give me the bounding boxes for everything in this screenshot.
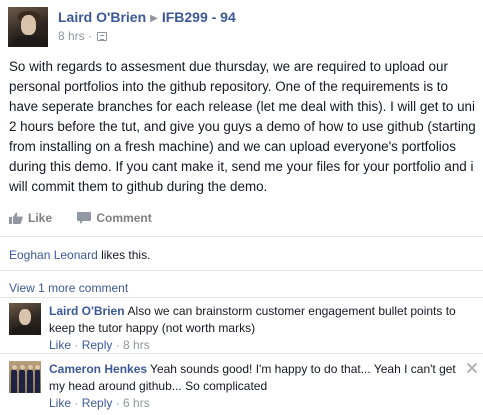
like-label: Like xyxy=(28,211,53,225)
post-meta: 8 hrs · xyxy=(58,29,108,43)
divider xyxy=(0,270,483,271)
thumbs-up-icon xyxy=(9,212,23,224)
comment: Cameron Henkes Yeah sounds good! I'm happ… xyxy=(9,361,483,415)
like-button[interactable]: Like xyxy=(9,211,52,225)
divider xyxy=(0,297,483,298)
divider xyxy=(0,353,483,354)
comment-meta: Like · Reply · 8 hrs xyxy=(49,338,150,352)
close-icon[interactable] xyxy=(467,363,477,373)
comment-reply-link[interactable]: Reply xyxy=(82,396,113,410)
comment-label: Comment xyxy=(96,211,152,225)
liker-link[interactable]: Eoghan Leonard xyxy=(9,248,98,262)
comment-like-link[interactable]: Like xyxy=(49,396,71,410)
commenter-avatar[interactable] xyxy=(9,303,41,335)
comment-button[interactable]: Comment xyxy=(77,211,152,225)
comment: Laird O'Brien Also we can brainstorm cust… xyxy=(9,303,483,353)
comment-body: Cameron Henkes Yeah sounds good! I'm happ… xyxy=(49,361,464,395)
comment-like-link[interactable]: Like xyxy=(49,338,71,352)
triangle-right-icon: ▶ xyxy=(150,13,158,24)
comment-body: Laird O'Brien Also we can brainstorm cust… xyxy=(49,303,479,337)
comment-author-link[interactable]: Cameron Henkes xyxy=(49,362,147,376)
comment-meta: Like · Reply · 6 hrs xyxy=(49,396,150,410)
post-body: So with regards to assesment due thursda… xyxy=(9,59,476,194)
group-link[interactable]: IFB299 - 94 xyxy=(162,9,236,25)
post-timestamp[interactable]: 8 hrs xyxy=(58,29,85,43)
author-line: Laird O'Brien ▶ IFB299 - 94 xyxy=(58,9,236,25)
comment-timestamp[interactable]: 6 hrs xyxy=(123,396,150,410)
likes-summary: Eoghan Leonard likes this. xyxy=(9,248,150,262)
comment-author-link[interactable]: Laird O'Brien xyxy=(49,304,125,318)
group-privacy-icon xyxy=(97,32,108,41)
post-actions: Like Comment xyxy=(9,211,174,229)
commenter-avatar[interactable] xyxy=(9,361,41,393)
view-more-comments-link[interactable]: View 1 more comment xyxy=(9,281,128,295)
post-author-link[interactable]: Laird O'Brien xyxy=(58,9,146,25)
author-avatar[interactable] xyxy=(8,7,48,47)
likes-suffix: likes this. xyxy=(97,248,151,262)
post-header: Laird O'Brien ▶ IFB299 - 94 8 hrs · xyxy=(8,7,478,47)
divider xyxy=(0,236,483,237)
comment-reply-link[interactable]: Reply xyxy=(82,338,113,352)
speech-bubble-icon xyxy=(77,212,92,224)
comment-timestamp[interactable]: 8 hrs xyxy=(123,338,150,352)
